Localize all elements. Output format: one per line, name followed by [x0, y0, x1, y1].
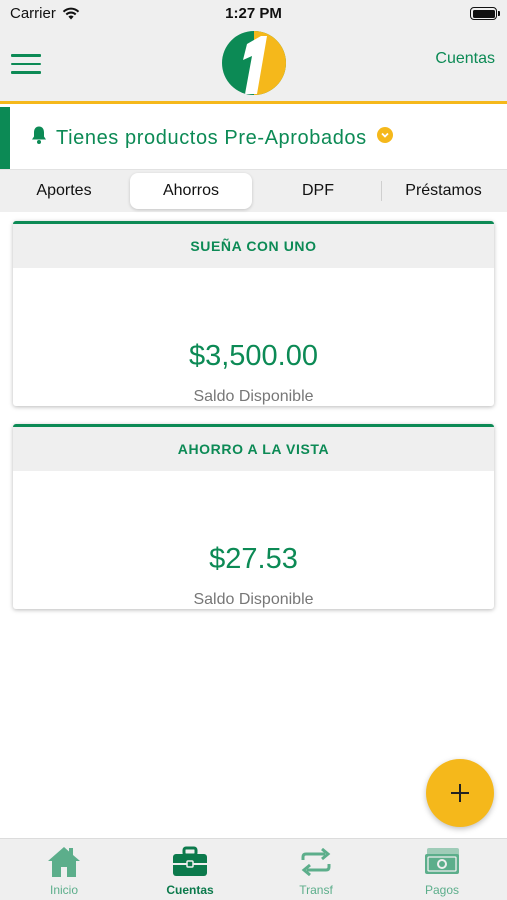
app-header: Cuentas	[0, 28, 507, 104]
nav-inicio[interactable]: Inicio	[1, 839, 127, 900]
nav-transf[interactable]: Transf	[253, 839, 379, 900]
plus-icon	[451, 784, 469, 802]
transfer-arrows-icon	[301, 848, 331, 876]
nav-label: Inicio	[49, 883, 78, 897]
status-bar: Carrier 1:27 PM	[0, 0, 507, 28]
hamburger-menu-icon[interactable]	[11, 54, 41, 76]
preapproved-text: Tienes productos Pre-Aprobados	[56, 126, 367, 149]
briefcase-icon	[173, 846, 207, 876]
account-balance: $27.53	[209, 543, 298, 575]
account-balance: $3,500.00	[188, 340, 318, 372]
nav-cuentas[interactable]: Cuentas	[127, 839, 253, 900]
money-bill-icon	[425, 848, 459, 874]
home-icon	[48, 847, 80, 877]
bottom-nav: Inicio Cuentas Transf Pagos	[0, 838, 507, 900]
tab-prestamos[interactable]: Préstamos	[382, 173, 505, 209]
tab-label: Aportes	[36, 182, 92, 199]
bell-icon	[32, 126, 46, 144]
nav-pagos[interactable]: Pagos	[379, 839, 505, 900]
tab-label: Ahorros	[162, 182, 220, 199]
preapproved-banner[interactable]: Tienes productos Pre-Aprobados	[0, 107, 507, 169]
battery-icon	[470, 7, 500, 20]
nav-label: Transf	[299, 883, 333, 897]
tab-aportes[interactable]: Aportes	[2, 173, 126, 209]
account-name: SUEÑA CON UNO	[13, 224, 494, 268]
account-card[interactable]: AHORRO A LA VISTA $27.53 Saldo Disponibl…	[13, 424, 494, 609]
balance-label: Saldo Disponible	[193, 388, 314, 405]
nav-label: Pagos	[424, 883, 460, 897]
chevron-down-icon	[376, 127, 393, 143]
clock: 1:27 PM	[225, 5, 282, 22]
accounts-link[interactable]: Cuentas	[435, 50, 495, 68]
nav-label: Cuentas	[166, 883, 214, 897]
account-type-tabs: Aportes Ahorros DPF Préstamos	[0, 169, 507, 212]
tab-label: DPF	[302, 182, 334, 199]
tab-ahorros[interactable]: Ahorros	[130, 173, 252, 209]
balance-label: Saldo Disponible	[193, 591, 314, 608]
tab-label: Préstamos	[405, 182, 482, 199]
account-name: AHORRO A LA VISTA	[13, 427, 494, 471]
account-card[interactable]: SUEÑA CON UNO $3,500.00 Saldo Disponible	[13, 221, 494, 406]
tab-dpf[interactable]: DPF	[256, 173, 380, 209]
add-button[interactable]	[426, 759, 494, 827]
number-one-logo	[222, 31, 286, 95]
